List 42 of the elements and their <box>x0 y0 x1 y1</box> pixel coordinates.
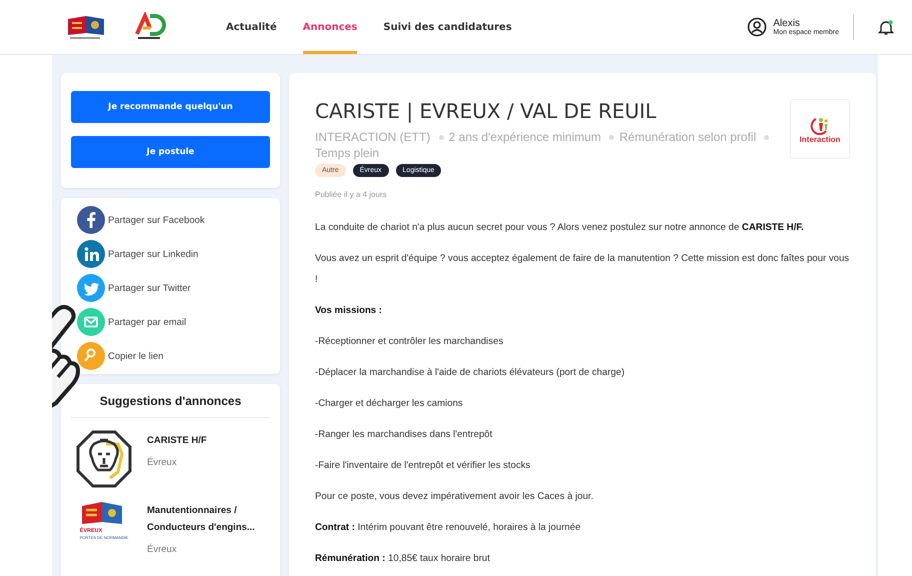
description-paragraph: Contrat : Intérim pouvant être renouvelé, horaires à la journée <box>315 521 582 535</box>
link-icon <box>77 342 105 370</box>
linkedin-icon <box>77 240 105 268</box>
company-name: Interaction <box>800 134 840 144</box>
suggestion-title[interactable]: Manutentionnaires / Conducteurs d'engins... <box>147 502 270 536</box>
published-date: Publiée il y a 4 jours <box>315 190 388 199</box>
suggestions-title: Suggestions d'annonces <box>71 394 270 418</box>
share-link[interactable]: Partager par email <box>77 308 270 336</box>
job-title: CARISTE | EVREUX / VAL DE REUIL <box>315 99 658 123</box>
notification-bell-icon[interactable] <box>878 18 894 36</box>
email-icon <box>77 308 105 336</box>
description-paragraph: Vous avez un esprit d'équipe ? vous acceptez également de faire de la manutention ? Cette mission est donc faîtes pour vous ! <box>315 252 850 287</box>
job-meta: Rémunération selon profil <box>619 130 756 144</box>
description-paragraph: -Déplacer la marchandise à l'aide de chariots élévateurs (port de charge) <box>315 366 626 380</box>
job-meta: Temps plein <box>315 146 380 160</box>
user-icon[interactable] <box>747 17 768 37</box>
nav-tab[interactable]: Actualité <box>226 3 277 54</box>
suggestion-location: Évreux <box>147 457 178 468</box>
suggestion-title[interactable]: CARISTE H/F <box>147 432 207 449</box>
description-paragraph: Rémunération : 10,85€ taux horaire brut <box>315 552 491 566</box>
description-paragraph: Vos missions : <box>315 304 383 318</box>
twitter-icon <box>77 274 105 302</box>
share-link[interactable]: Partager sur Twitter <box>77 274 270 302</box>
lion-logo[interactable] <box>76 430 132 488</box>
description-paragraph: -Réceptionner et contrôler les marchandises <box>315 335 504 349</box>
description-paragraph: -Faire l'inventaire de l'entrepôt et vérifier les stocks <box>315 459 532 473</box>
action-button[interactable]: Je postule <box>71 136 270 168</box>
nav-tab[interactable]: Suivi des candidatures <box>383 3 512 54</box>
share-link[interactable]: Partager sur Linkedin <box>77 240 270 268</box>
suggestion-location: Évreux <box>147 544 178 555</box>
user-name: Alexis <box>773 18 801 29</box>
description-paragraph: -Ranger les marchandises dans l'entrepôt <box>315 428 494 442</box>
description-paragraph: La conduite de chariot n'a plus aucun secret pour vous ? Alors venez postulez sur notre annonce de CARISTE H/F. <box>315 221 805 235</box>
ad-logo <box>134 12 168 42</box>
job-meta: INTERACTION (ETT) <box>315 130 430 144</box>
share-link[interactable]: Copier le lien <box>77 342 270 370</box>
facebook-icon <box>77 206 105 234</box>
description-paragraph: Pour ce poste, vous devez impérativement avoir les Caces à jour. <box>315 490 594 504</box>
job-meta: 2 ans d'expérience minimum <box>448 130 602 144</box>
share-link[interactable]: Partager sur Facebook <box>77 206 270 234</box>
action-button[interactable]: Je recommande quelqu'un <box>71 91 270 123</box>
description-paragraph: -Charger et décharger les camions <box>315 397 464 411</box>
